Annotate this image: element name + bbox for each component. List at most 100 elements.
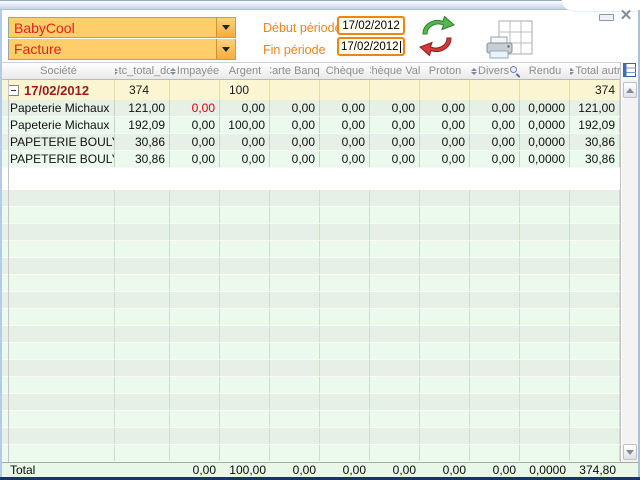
sort-arrows-icon[interactable] bbox=[170, 68, 176, 75]
grid-cell bbox=[570, 326, 620, 342]
grid-cell bbox=[2, 428, 115, 444]
grid-cell bbox=[420, 360, 470, 376]
grid-cell bbox=[420, 428, 470, 444]
grid-cell bbox=[570, 258, 620, 274]
grid-cell bbox=[420, 394, 470, 410]
grid-cell bbox=[370, 80, 420, 100]
doctype-combobox[interactable]: Facture bbox=[8, 39, 236, 60]
grid-cell bbox=[370, 258, 420, 274]
grid-cell bbox=[470, 258, 520, 274]
grid-cell: 0,00 bbox=[320, 100, 370, 116]
grid-cell bbox=[470, 241, 520, 257]
grid-cell: 0,00 bbox=[370, 100, 420, 116]
sort-arrows-icon[interactable] bbox=[471, 68, 477, 75]
column-header-9[interactable]: Rendu bbox=[520, 63, 570, 79]
column-header-4[interactable]: Carte Banqu bbox=[270, 63, 320, 79]
grid-cell bbox=[520, 292, 570, 308]
grid-cell bbox=[2, 258, 115, 274]
grid-cell: 0,00 bbox=[420, 151, 470, 167]
column-header-1[interactable]: tc_total_do bbox=[115, 63, 170, 79]
sort-arrows-icon[interactable] bbox=[115, 68, 118, 75]
grid-cell bbox=[170, 275, 220, 291]
grid-cell bbox=[170, 343, 220, 359]
sort-arrows-icon[interactable] bbox=[570, 68, 574, 75]
grid-cell bbox=[420, 343, 470, 359]
grid-cell bbox=[520, 258, 570, 274]
grid-cell bbox=[2, 207, 115, 223]
period-end-input[interactable]: 17/02/2012 bbox=[337, 37, 405, 56]
grid-cell bbox=[220, 445, 270, 461]
column-header-6[interactable]: Chèque Vale bbox=[370, 63, 420, 79]
grid-cell bbox=[115, 309, 170, 325]
field-chooser-icon[interactable] bbox=[623, 63, 636, 77]
column-header-8[interactable]: Divers bbox=[470, 63, 520, 79]
dropdown-arrow-icon[interactable] bbox=[216, 18, 235, 37]
empty-row bbox=[2, 326, 620, 343]
grid-cell bbox=[320, 411, 370, 427]
grid-cell bbox=[320, 428, 370, 444]
grid-cell: 0,00 bbox=[270, 134, 320, 150]
column-header-2[interactable]: Impayée bbox=[170, 63, 220, 79]
search-magnifier-icon[interactable] bbox=[510, 66, 519, 77]
column-header-7[interactable]: Proton bbox=[420, 63, 470, 79]
grid-cell bbox=[320, 80, 370, 100]
dropdown-arrow-icon[interactable] bbox=[216, 39, 235, 59]
title-bar bbox=[0, 0, 640, 10]
table-row[interactable]: PAPETERIE BOULY30,860,000,000,000,000,00… bbox=[2, 151, 620, 168]
grid-cell bbox=[520, 394, 570, 410]
grid-cell bbox=[470, 80, 520, 100]
period-end-label: Fin période bbox=[263, 43, 326, 57]
grid-cell bbox=[2, 445, 115, 461]
grid-cell bbox=[115, 411, 170, 427]
grid-cell bbox=[115, 428, 170, 444]
column-header-3[interactable]: Argent bbox=[220, 63, 270, 79]
grid-cell: PAPETERIE BOULY bbox=[2, 134, 115, 150]
grid-cell bbox=[320, 275, 370, 291]
period-start-input[interactable]: 17/02/2012 bbox=[337, 16, 405, 35]
empty-row bbox=[2, 224, 620, 241]
scroll-up-icon[interactable] bbox=[623, 82, 637, 98]
grid-cell bbox=[370, 377, 420, 393]
grid-cell bbox=[320, 190, 370, 206]
company-combobox[interactable]: BabyCool bbox=[8, 17, 236, 38]
column-label: Total autr bbox=[575, 65, 620, 77]
table-row[interactable]: Papeterie Michaux121,000,000,000,000,000… bbox=[2, 100, 620, 117]
grid-cell bbox=[115, 377, 170, 393]
grid-cell bbox=[420, 292, 470, 308]
text-caret bbox=[400, 41, 402, 53]
print-grid-icon[interactable] bbox=[486, 20, 534, 60]
grid-cell bbox=[320, 258, 370, 274]
table-row[interactable]: Papeterie Michaux192,090,00100,000,000,0… bbox=[2, 117, 620, 134]
close-icon[interactable]: ✕ bbox=[617, 7, 635, 25]
collapse-minus-icon[interactable] bbox=[8, 85, 19, 96]
column-label: Divers bbox=[478, 65, 509, 77]
grid-cell bbox=[220, 326, 270, 342]
grid-cell bbox=[220, 377, 270, 393]
table-row[interactable]: PAPETERIE BOULY30,860,000,000,000,000,00… bbox=[2, 134, 620, 151]
refresh-icon[interactable] bbox=[415, 15, 459, 57]
grid-cell bbox=[115, 394, 170, 410]
column-header-10[interactable]: Total autr bbox=[570, 63, 620, 79]
minimize-icon[interactable] bbox=[599, 14, 614, 21]
grid-cell: 192,09 bbox=[570, 117, 620, 133]
column-header-0[interactable]: Société bbox=[2, 63, 115, 79]
grid-cell: 0,00 bbox=[320, 134, 370, 150]
grid-right-edge bbox=[620, 62, 621, 462]
grid-cell: 0,00 bbox=[170, 463, 220, 477]
grid-cell bbox=[320, 326, 370, 342]
grid-cell bbox=[170, 224, 220, 240]
grid-cell: 0,00 bbox=[170, 151, 220, 167]
column-header-5[interactable]: Chèque bbox=[320, 63, 370, 79]
total-label: Total bbox=[2, 463, 115, 477]
grid-cell: 0,0000 bbox=[520, 117, 570, 133]
group-row[interactable]: 17/02/2012374100374 bbox=[2, 80, 620, 100]
grid-cell bbox=[2, 360, 115, 376]
vertical-scrollbar[interactable] bbox=[622, 80, 638, 462]
grid-cell bbox=[570, 394, 620, 410]
grid-cell: 0,00 bbox=[420, 134, 470, 150]
empty-row bbox=[2, 360, 620, 377]
grid-cell: 0,00 bbox=[470, 100, 520, 116]
scroll-down-icon[interactable] bbox=[623, 444, 637, 460]
grid-cell bbox=[220, 190, 270, 206]
grid-cell bbox=[220, 360, 270, 376]
